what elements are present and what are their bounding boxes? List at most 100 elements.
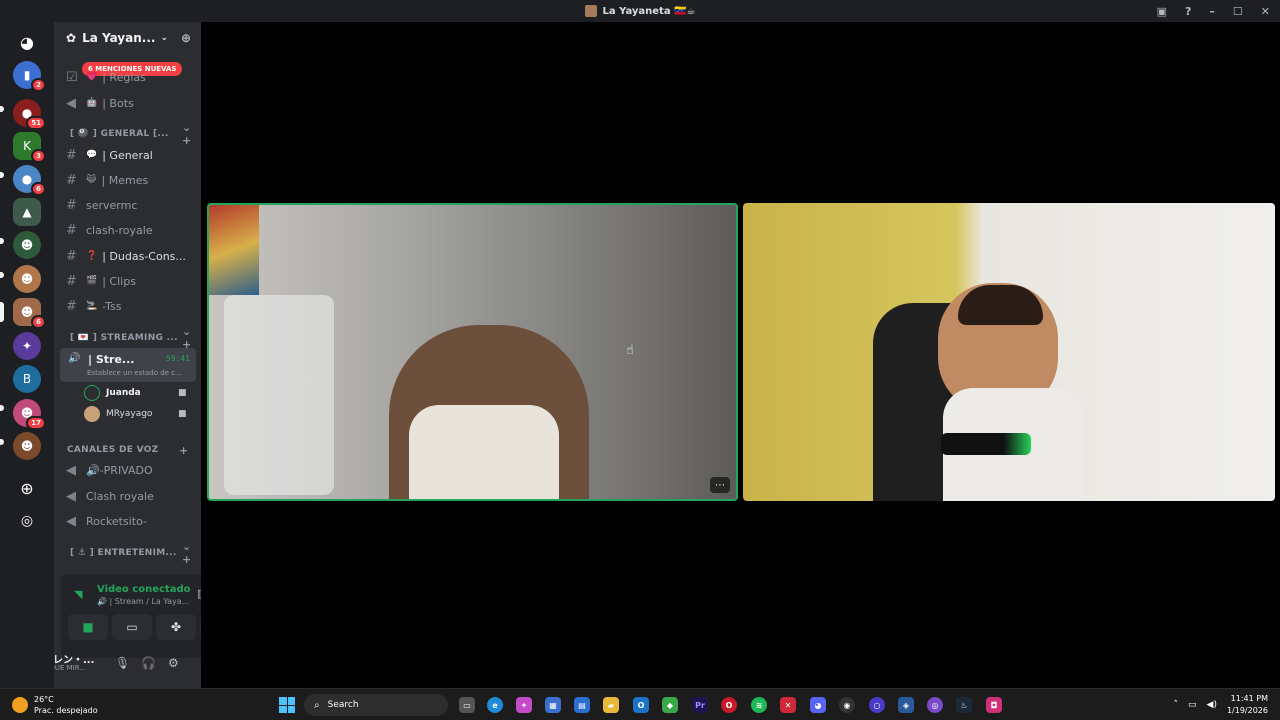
calendar-icon[interactable]: ▦	[545, 697, 561, 713]
weather-widget[interactable]: 26°C Prac. despejado	[12, 694, 98, 716]
hash-icon: #	[66, 248, 77, 264]
channel-reglas[interactable]: ☑ 💗 | Reglas	[66, 67, 146, 87]
system-tray: ˄ ▭ ◀) 11:41 PM 1/19/2026	[1174, 693, 1268, 717]
opera-icon[interactable]: O	[721, 697, 737, 713]
channel-dudas[interactable]: # ❓ | Dudas-Cons...	[66, 246, 186, 266]
screen-share-button[interactable]: ▭	[112, 614, 152, 640]
noise-suppression-icon[interactable]: ▥	[197, 587, 201, 600]
task-view-icon[interactable]: ▭	[459, 697, 475, 713]
voice-channel-name: | Stre...	[88, 353, 135, 366]
video-tile[interactable]	[743, 203, 1275, 501]
settings-gear-icon[interactable]: ⚙	[168, 656, 179, 670]
voice-channel-clash[interactable]: ◀ Clash royale	[66, 486, 154, 506]
taskbar-search[interactable]: ⌕ Search	[304, 694, 448, 716]
inbox-icon[interactable]: ▣	[1157, 5, 1167, 18]
server-icon[interactable]: ● 6	[13, 165, 46, 196]
app-icon[interactable]: ◈	[898, 697, 914, 713]
add-channel-icon[interactable]: +	[179, 444, 189, 457]
x-app-icon[interactable]: ✕	[780, 697, 796, 713]
server-icon[interactable]: ✦	[13, 332, 41, 360]
volume-icon[interactable]: ◀)	[1207, 700, 1217, 710]
voice-user[interactable]: MRyayago ■	[84, 405, 187, 423]
discover-icon[interactable]: ◎	[13, 507, 41, 535]
steam-icon[interactable]: ♨	[956, 697, 972, 713]
channel-general[interactable]: # 💬 | General	[66, 145, 153, 165]
camera-icon: ■	[178, 388, 187, 398]
add-member-icon[interactable]: ⊕	[181, 31, 191, 45]
discord-home-icon[interactable]: ◕	[13, 28, 41, 56]
app-icon[interactable]: ◆	[662, 697, 678, 713]
channel-name: | General	[102, 148, 153, 162]
video-tile-speaking[interactable]: ⋯	[207, 203, 738, 501]
channel-servermc[interactable]: # servermc	[66, 195, 137, 215]
channel-clash-royale[interactable]: # clash-royale	[66, 220, 153, 240]
discord-icon[interactable]: ◕	[810, 697, 826, 713]
microphone-icon[interactable]: 🎙	[115, 656, 130, 670]
server-icon[interactable]: ☻	[13, 231, 41, 259]
chevron-up-icon[interactable]: ˄	[1174, 700, 1179, 710]
soundboard-button[interactable]: ✧	[200, 614, 201, 640]
voice-channel-privado[interactable]: ◀ 🔊-PRIVADO	[66, 460, 153, 480]
premiere-icon[interactable]: Pr	[692, 697, 708, 713]
category-label: [ 🎱 ] GENERAL [...	[70, 129, 169, 139]
server-icon[interactable]: ▲	[13, 198, 41, 226]
channel-name: Rocketsito-	[86, 514, 147, 528]
camera-button[interactable]: ■	[68, 614, 108, 640]
app-icon[interactable]: ○	[869, 697, 885, 713]
category-voz[interactable]: CANALES DE VOZ +	[67, 443, 188, 457]
voice-user[interactable]: Juanda ■	[84, 384, 187, 402]
spotify-icon[interactable]: ≋	[751, 697, 767, 713]
category-streaming[interactable]: [ 💌 ] STREAMING ... ⌄ +	[70, 325, 191, 351]
headphones-icon[interactable]: 🎧	[141, 656, 156, 670]
unread-pill	[0, 405, 4, 411]
add-channel-icon[interactable]: ⌄ +	[182, 540, 192, 566]
help-icon[interactable]: ?	[1185, 5, 1191, 18]
server-icon[interactable]: ☻ 6	[13, 298, 46, 329]
channel-bots[interactable]: ◀ 🤖 | Bots	[66, 93, 134, 113]
clock-date: 1/19/2026	[1226, 706, 1268, 715]
network-icon[interactable]: ▭	[1188, 700, 1197, 710]
avatar	[84, 406, 100, 422]
add-channel-icon[interactable]: ⌄ +	[182, 121, 192, 147]
channel-memes[interactable]: # 😹 | Memes	[66, 170, 148, 190]
copilot-icon[interactable]: ✦	[516, 697, 532, 713]
hash-icon: #	[66, 172, 77, 188]
server-icon[interactable]: ▮ 2	[13, 61, 46, 92]
activities-button[interactable]: ✤	[156, 614, 196, 640]
active-voice-channel[interactable]: 🔊 | Stre... 59:41 Establece un estado de…	[60, 348, 196, 382]
guild-header[interactable]: ✿ La Yayan... ⌄ ⊕	[54, 22, 201, 54]
channel-clips[interactable]: # 🎬 | Clips	[66, 271, 136, 291]
edge-icon[interactable]: e	[487, 697, 503, 713]
chevron-down-icon: ⌄	[160, 33, 168, 43]
close-button[interactable]: ✕	[1261, 5, 1270, 18]
microphone	[941, 433, 1031, 455]
minimize-button[interactable]: –	[1209, 5, 1215, 18]
channel-emoji: 🚬	[86, 301, 98, 311]
file-explorer-icon[interactable]: ▰	[603, 697, 619, 713]
weather-icon	[12, 697, 28, 713]
category-general[interactable]: [ 🎱 ] GENERAL [... ⌄ +	[70, 121, 191, 147]
instagram-icon[interactable]: ◘	[986, 697, 1002, 713]
clock[interactable]: 11:41 PM 1/19/2026	[1227, 693, 1268, 717]
server-icon[interactable]: ☻	[13, 265, 41, 293]
server-icon[interactable]: ● 51	[13, 99, 46, 130]
start-button[interactable]	[279, 697, 295, 713]
app-icon[interactable]: ◎	[927, 697, 943, 713]
more-options-icon[interactable]: ⋯	[710, 477, 730, 493]
obs-icon[interactable]: ◉	[839, 697, 855, 713]
category-entretenimiento[interactable]: [ ⚓ ] ENTRETENIM... ⌄ +	[70, 540, 191, 566]
set-status-prompt[interactable]: Establece un estado de c...	[87, 369, 182, 377]
voice-channel-path[interactable]: 🔊 | Stream / La Yaya...	[97, 597, 189, 606]
server-icon[interactable]: ☻	[13, 432, 41, 460]
store-icon[interactable]: ▤	[574, 697, 590, 713]
voice-status[interactable]: Video conectado	[97, 584, 190, 595]
maximize-button[interactable]: ☐	[1233, 5, 1243, 18]
outlook-icon[interactable]: O	[633, 697, 649, 713]
add-server-icon[interactable]: ⊕	[13, 474, 41, 502]
server-icon[interactable]: B	[13, 365, 41, 393]
server-icon[interactable]: K3	[13, 132, 46, 163]
channel-tss[interactable]: # 🚬 -Tss	[66, 296, 122, 316]
voice-channel-rocketsito[interactable]: ◀ Rocketsito-	[66, 511, 147, 531]
rules-icon: ☑	[66, 69, 78, 85]
server-icon[interactable]: ☻ 17	[13, 399, 46, 430]
